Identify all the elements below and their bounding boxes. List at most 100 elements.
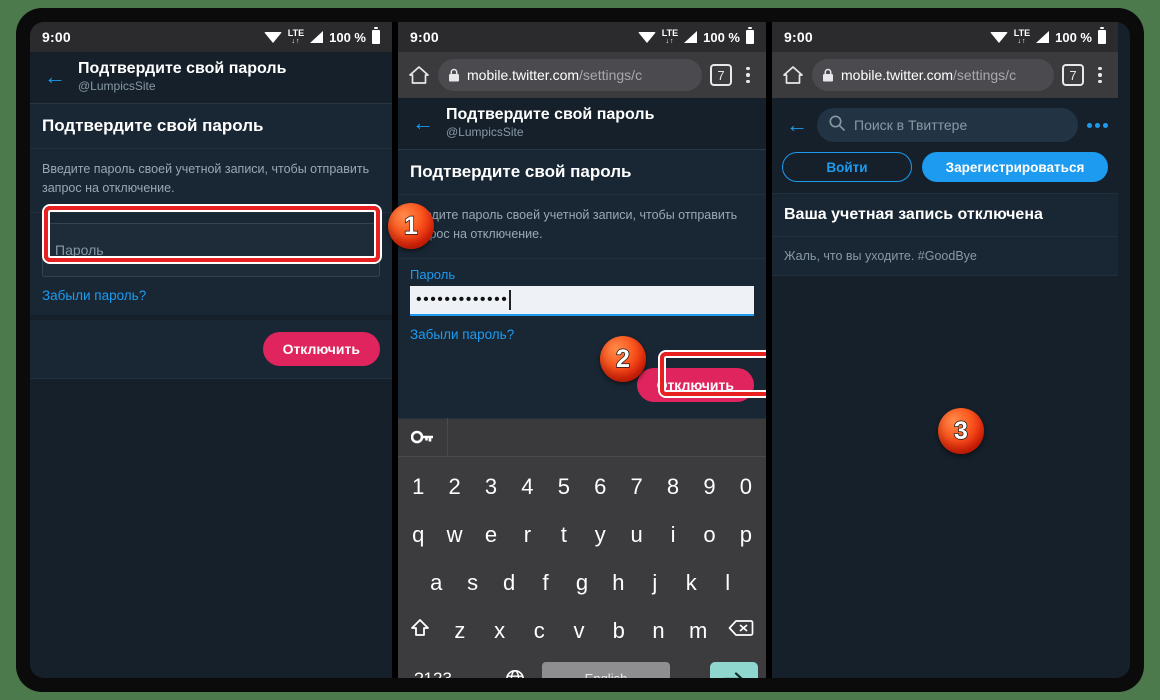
header-text-2: Подтвердите свой пароль @LumpicsSite	[446, 106, 654, 139]
key-c[interactable]: c	[519, 618, 559, 644]
battery-icon	[372, 27, 380, 44]
key-g[interactable]: g	[564, 570, 600, 596]
symbols-key[interactable]: ?123	[406, 669, 460, 679]
lte-arrows: ↓↑	[665, 38, 675, 45]
key-x[interactable]: x	[480, 618, 520, 644]
signup-button[interactable]: Зарегистрироваться	[922, 152, 1108, 182]
key-u[interactable]: u	[618, 522, 654, 548]
forgot-password-link[interactable]: Забыли пароль?	[42, 288, 380, 303]
key-l[interactable]: l	[710, 570, 746, 596]
more-options-icon[interactable]	[1087, 122, 1108, 128]
key-6[interactable]: 6	[582, 474, 618, 500]
key-n[interactable]: n	[639, 618, 679, 644]
back-arrow-icon[interactable]: ←	[408, 111, 434, 134]
browser-toolbar-3: mobile.twitter.com/settings/c 7	[772, 52, 1118, 98]
account-handle: @LumpicsSite	[78, 79, 156, 93]
tab-count-button[interactable]: 7	[710, 64, 732, 86]
page-title: Подтвердите свой пароль	[446, 106, 655, 123]
password-input[interactable]: Пароль	[42, 222, 380, 277]
key-e[interactable]: e	[473, 522, 509, 548]
panel-step-1: 9:00 LTE ↓↑ 100 % ← Подтвердите свой пар…	[30, 22, 392, 678]
url-text: mobile.twitter.com/settings/c	[467, 67, 642, 83]
lte-icon: LTE ↓↑	[287, 28, 305, 46]
search-input[interactable]: Поиск в Твиттере	[817, 108, 1078, 142]
url-path: /settings/c	[953, 67, 1017, 83]
tab-count-button[interactable]: 7	[1062, 64, 1084, 86]
app-header-2: ← Подтвердите свой пароль @LumpicsSite	[398, 98, 766, 150]
home-icon[interactable]	[782, 65, 804, 85]
step-badge-3-label: 3	[953, 416, 968, 445]
status-bar-2: 9:00 LTE ↓↑ 100 %	[398, 22, 766, 52]
back-arrow-icon[interactable]: ←	[782, 114, 808, 136]
kebab-menu-icon[interactable]	[740, 66, 756, 84]
key-k[interactable]: k	[673, 570, 709, 596]
step-badge-3: 3	[938, 408, 984, 454]
key-t[interactable]: t	[546, 522, 582, 548]
account-handle: @LumpicsSite	[446, 125, 524, 139]
key-7[interactable]: 7	[618, 474, 654, 500]
key-y[interactable]: y	[582, 522, 618, 548]
key-8[interactable]: 8	[655, 474, 691, 500]
key-a[interactable]: a	[418, 570, 454, 596]
text-caret	[509, 289, 512, 310]
shift-up-icon[interactable]	[400, 617, 440, 645]
wifi-icon	[637, 31, 656, 43]
key-f[interactable]: f	[527, 570, 563, 596]
key-0[interactable]: 0	[728, 474, 764, 500]
key-v[interactable]: v	[559, 618, 599, 644]
action-row-2: Отключить	[398, 351, 766, 419]
device-screen: 9:00 LTE ↓↑ 100 % ← Подтвердите свой пар…	[30, 22, 1130, 678]
key-z[interactable]: z	[440, 618, 480, 644]
key-2[interactable]: 2	[436, 474, 472, 500]
key-4[interactable]: 4	[509, 474, 545, 500]
app-header-1: ← Подтвердите свой пароль @LumpicsSite	[30, 52, 392, 104]
step-badge-2-label: 2	[615, 344, 630, 373]
deactivate-button[interactable]: Отключить	[262, 331, 380, 366]
login-button[interactable]: Войти	[782, 152, 912, 182]
key-p[interactable]: p	[728, 522, 764, 548]
key-r[interactable]: r	[509, 522, 545, 548]
period-key[interactable]: .	[680, 667, 706, 678]
section-description-2: Введите пароль своей учетной записи, что…	[398, 195, 766, 259]
url-bar[interactable]: mobile.twitter.com/settings/c	[812, 59, 1054, 91]
space-key[interactable]: English	[542, 661, 670, 678]
lte-label: LTE	[287, 28, 305, 38]
keyboard-letters-low: zxcvbnm	[440, 618, 718, 644]
key-password-icon[interactable]	[398, 418, 448, 456]
password-input-filled[interactable]: •••••••••••••	[410, 285, 754, 316]
status-bar-1: 9:00 LTE ↓↑ 100 %	[30, 22, 392, 52]
key-q[interactable]: q	[400, 522, 436, 548]
auth-buttons-row: Войти Зарегистрироваться	[772, 152, 1118, 193]
lte-icon: LTE ↓↑	[1014, 29, 1030, 46]
key-d[interactable]: d	[491, 570, 527, 596]
step-badge-1-label: 1	[403, 211, 418, 240]
signal-icon	[310, 31, 324, 43]
forgot-password-link[interactable]: Забыли пароль?	[410, 327, 754, 342]
enter-arrow-icon[interactable]	[710, 661, 758, 678]
deactivate-button[interactable]: Отключить	[636, 367, 754, 402]
key-3[interactable]: 3	[473, 474, 509, 500]
home-icon[interactable]	[408, 65, 430, 85]
key-w[interactable]: w	[436, 522, 472, 548]
key-5[interactable]: 5	[546, 474, 582, 500]
key-j[interactable]: j	[637, 570, 673, 596]
key-9[interactable]: 9	[691, 474, 727, 500]
key-m[interactable]: m	[678, 618, 718, 644]
url-bar[interactable]: mobile.twitter.com/settings/c	[438, 59, 702, 91]
back-arrow-icon[interactable]: ←	[40, 65, 66, 88]
keyboard-suggestion-bar	[398, 418, 766, 457]
globe-language-icon[interactable]	[498, 669, 532, 678]
keyboard-row-bottom: ?123 , English .	[400, 655, 764, 679]
key-b[interactable]: b	[599, 618, 639, 644]
key-i[interactable]: i	[655, 522, 691, 548]
key-h[interactable]: h	[600, 570, 636, 596]
lte-arrows: ↓↑	[291, 38, 301, 45]
kebab-menu-icon[interactable]	[1092, 66, 1108, 84]
key-1[interactable]: 1	[400, 474, 436, 500]
key-s[interactable]: s	[454, 570, 490, 596]
key-o[interactable]: o	[691, 522, 727, 548]
backspace-icon[interactable]	[718, 618, 764, 644]
comma-key[interactable]: ,	[464, 667, 494, 678]
signal-icon	[684, 31, 698, 43]
password-masked-value: •••••••••••••	[416, 290, 509, 308]
